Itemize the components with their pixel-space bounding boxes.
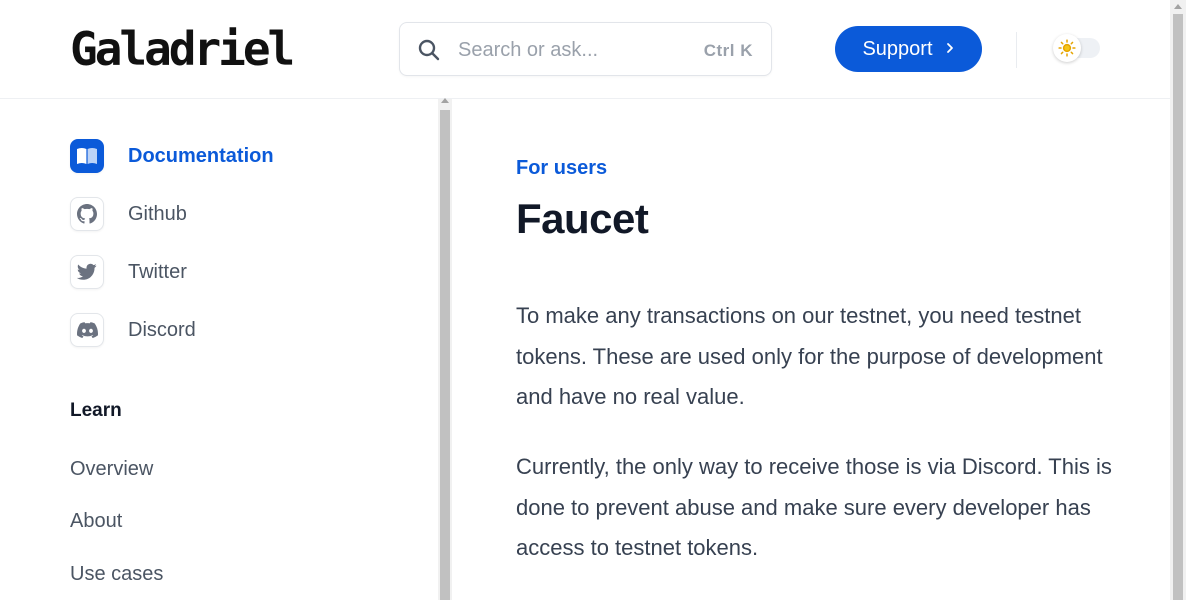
sidebar-link-icon-box: [70, 313, 104, 347]
page-scroll-up-arrow[interactable]: [1174, 4, 1182, 9]
support-button[interactable]: Support: [835, 26, 982, 72]
sidebar-item-use-cases[interactable]: Use cases: [70, 563, 163, 586]
logo[interactable]: Galadriel: [70, 24, 295, 74]
search-placeholder: Search or ask...: [458, 39, 599, 61]
sidebar-link-documentation[interactable]: Documentation: [70, 139, 274, 173]
support-label: Support: [862, 37, 933, 60]
github-icon: [77, 204, 97, 224]
sidebar-section-title: Learn: [70, 400, 122, 421]
sidebar: Documentation Github Twitter Discord Lea…: [0, 99, 438, 600]
chevron-right-icon: [946, 43, 953, 53]
search-shortcut: Ctrl K: [703, 41, 753, 60]
sidebar-scrollbar-thumb[interactable]: [440, 110, 450, 600]
sidebar-link-icon-box: [70, 255, 104, 289]
sidebar-item-about[interactable]: About: [70, 510, 122, 533]
discord-icon: [76, 322, 98, 338]
sidebar-link-github[interactable]: Github: [70, 197, 187, 231]
sidebar-link-label: Github: [128, 202, 187, 225]
page-scrollbar-thumb[interactable]: [1173, 14, 1183, 600]
twitter-icon: [77, 263, 97, 280]
theme-toggle-knob: [1053, 34, 1081, 62]
sidebar-link-label: Discord: [128, 318, 196, 341]
top-header: Galadriel Search or ask... Ctrl K Suppor…: [0, 0, 1170, 99]
sidebar-scroll-up-arrow[interactable]: [441, 98, 449, 103]
sidebar-link-label: Documentation: [128, 144, 274, 167]
sun-icon: [1058, 39, 1076, 57]
sidebar-link-icon-box: [70, 139, 104, 173]
section-eyebrow: For users: [516, 157, 608, 179]
sidebar-link-label: Twitter: [128, 260, 187, 283]
search-input[interactable]: Search or ask... Ctrl K: [399, 22, 772, 76]
sidebar-item-overview[interactable]: Overview: [70, 458, 153, 481]
sidebar-link-discord[interactable]: Discord: [70, 313, 196, 347]
sidebar-link-twitter[interactable]: Twitter: [70, 255, 187, 289]
sidebar-link-icon-box: [70, 197, 104, 231]
paragraph: To make any transactions on our testnet,…: [516, 303, 1103, 409]
theme-toggle[interactable]: [1053, 34, 1100, 62]
header-divider: [1016, 32, 1017, 68]
paragraph: Currently, the only way to receive those…: [516, 454, 1112, 560]
page-title: Faucet: [516, 195, 649, 242]
main-content: For users Faucet To make any transaction…: [452, 99, 1170, 600]
search-icon: [418, 39, 440, 61]
book-icon: [77, 148, 97, 164]
